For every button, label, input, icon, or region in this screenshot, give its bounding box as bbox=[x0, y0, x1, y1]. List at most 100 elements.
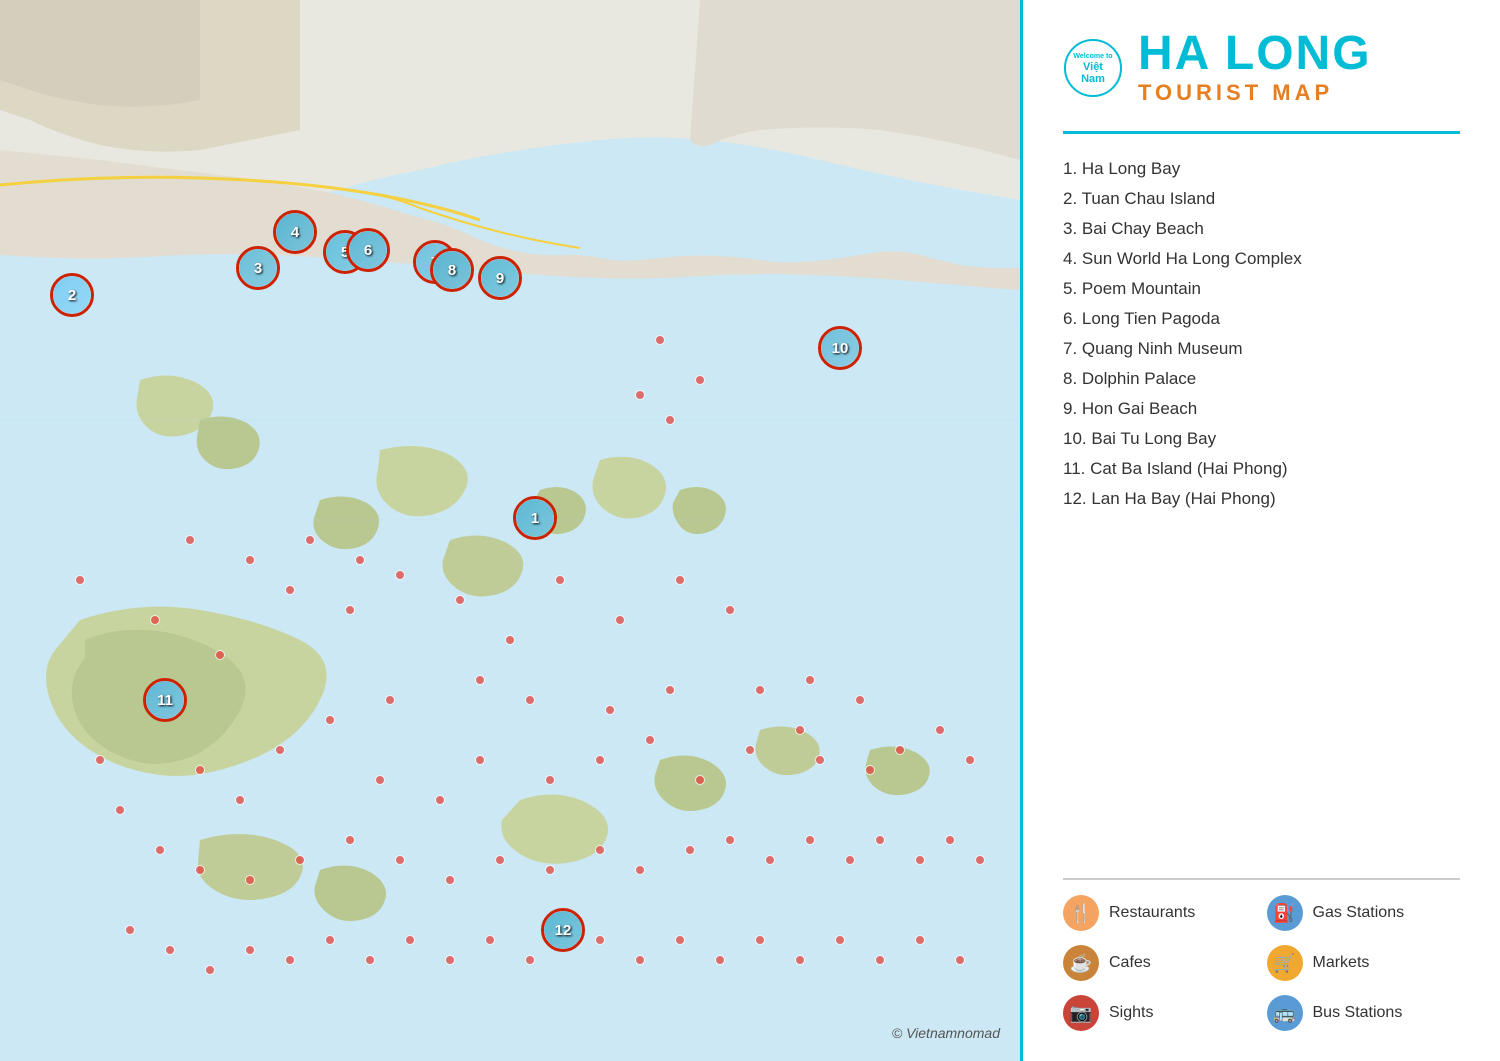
poi-dot bbox=[475, 675, 485, 685]
legend-item-sights: 📷 Sights bbox=[1063, 995, 1257, 1031]
poi-dot bbox=[725, 835, 735, 845]
poi-dot bbox=[525, 955, 535, 965]
poi-dot bbox=[325, 935, 335, 945]
poi-dot bbox=[595, 935, 605, 945]
poi-dot bbox=[125, 925, 135, 935]
poi-dot bbox=[165, 945, 175, 955]
poi-dot bbox=[875, 835, 885, 845]
legend-grid: 🍴 Restaurants ⛽ Gas Stations ☕ Cafes 🛒 M… bbox=[1063, 895, 1460, 1031]
attraction-item-2: 2. Tuan Chau Island bbox=[1063, 184, 1460, 214]
copyright-text: © Vietnamnomad bbox=[892, 1025, 1000, 1041]
poi-dot bbox=[975, 855, 985, 865]
poi-dot bbox=[685, 845, 695, 855]
attraction-item-10: 10. Bai Tu Long Bay bbox=[1063, 424, 1460, 454]
legend-item-markets: 🛒 Markets bbox=[1267, 945, 1461, 981]
legend-label-cafes: Cafes bbox=[1109, 954, 1151, 972]
legend-item-cafes: ☕ Cafes bbox=[1063, 945, 1257, 981]
poi-dot bbox=[725, 605, 735, 615]
map-marker-12[interactable]: 12 bbox=[541, 908, 585, 952]
map-marker-4[interactable]: 4 bbox=[273, 210, 317, 254]
poi-dot bbox=[235, 795, 245, 805]
logo-area: Welcome to Việt Nam HA LONG TOURIST MAP bbox=[1063, 30, 1460, 106]
poi-dot bbox=[365, 955, 375, 965]
attraction-item-12: 12. Lan Ha Bay (Hai Phong) bbox=[1063, 484, 1460, 514]
poi-dot bbox=[755, 935, 765, 945]
poi-dot bbox=[555, 575, 565, 585]
poi-dot bbox=[845, 855, 855, 865]
attraction-item-7: 7. Quang Ninh Museum bbox=[1063, 334, 1460, 364]
poi-dot bbox=[395, 570, 405, 580]
poi-dot bbox=[345, 835, 355, 845]
poi-dot bbox=[445, 955, 455, 965]
poi-dot bbox=[545, 775, 555, 785]
poi-dot bbox=[285, 955, 295, 965]
map-marker-9[interactable]: 9 bbox=[478, 256, 522, 300]
title-block: HA LONG TOURIST MAP bbox=[1138, 30, 1372, 106]
legend-icon-markets: 🛒 bbox=[1267, 945, 1303, 981]
poi-dot bbox=[655, 335, 665, 345]
legend-item-restaurants: 🍴 Restaurants bbox=[1063, 895, 1257, 931]
marker-label-3: 3 bbox=[239, 249, 277, 287]
legend-icon-sights: 📷 bbox=[1063, 995, 1099, 1031]
sidebar: Welcome to Việt Nam HA LONG TOURIST MAP … bbox=[1020, 0, 1500, 1061]
poi-dot bbox=[155, 845, 165, 855]
poi-dot bbox=[665, 685, 675, 695]
marker-label-6: 6 bbox=[349, 231, 387, 269]
map-area: 123456789101112 © Vietnamnomad bbox=[0, 0, 1020, 1061]
poi-dot bbox=[275, 745, 285, 755]
poi-dot bbox=[405, 935, 415, 945]
map-marker-3[interactable]: 3 bbox=[236, 246, 280, 290]
poi-dot bbox=[505, 635, 515, 645]
legend-label-gas-stations: Gas Stations bbox=[1313, 904, 1405, 922]
map-marker-10[interactable]: 10 bbox=[818, 326, 862, 370]
legend-item-bus-stations: 🚌 Bus Stations bbox=[1267, 995, 1461, 1031]
poi-dot bbox=[945, 835, 955, 845]
legend-icon-cafes: ☕ bbox=[1063, 945, 1099, 981]
poi-dot bbox=[495, 855, 505, 865]
attraction-item-8: 8. Dolphin Palace bbox=[1063, 364, 1460, 394]
legend-icon-restaurants: 🍴 bbox=[1063, 895, 1099, 931]
poi-dot bbox=[835, 935, 845, 945]
svg-text:Việt: Việt bbox=[1083, 61, 1103, 73]
poi-dot bbox=[375, 775, 385, 785]
attraction-item-3: 3. Bai Chay Beach bbox=[1063, 214, 1460, 244]
marker-label-9: 9 bbox=[481, 259, 519, 297]
poi-dot bbox=[675, 935, 685, 945]
attraction-item-5: 5. Poem Mountain bbox=[1063, 274, 1460, 304]
poi-dot bbox=[915, 935, 925, 945]
legend-icon-bus-stations: 🚌 bbox=[1267, 995, 1303, 1031]
poi-dot bbox=[75, 575, 85, 585]
marker-label-8: 8 bbox=[433, 251, 471, 289]
poi-dot bbox=[805, 675, 815, 685]
map-marker-2[interactable]: 2 bbox=[50, 273, 94, 317]
poi-dot bbox=[855, 695, 865, 705]
poi-dot bbox=[695, 775, 705, 785]
svg-text:Welcome to: Welcome to bbox=[1073, 53, 1112, 60]
poi-dot bbox=[755, 685, 765, 695]
poi-dot bbox=[525, 695, 535, 705]
map-marker-8[interactable]: 8 bbox=[430, 248, 474, 292]
poi-dot bbox=[545, 865, 555, 875]
poi-dot bbox=[635, 390, 645, 400]
poi-dot bbox=[935, 725, 945, 735]
poi-dot bbox=[795, 955, 805, 965]
page-title-sub: TOURIST MAP bbox=[1138, 80, 1372, 106]
poi-dot bbox=[745, 745, 755, 755]
attraction-item-1: 1. Ha Long Bay bbox=[1063, 154, 1460, 184]
poi-dot bbox=[355, 555, 365, 565]
poi-dot bbox=[795, 725, 805, 735]
map-marker-1[interactable]: 1 bbox=[513, 496, 557, 540]
poi-dot bbox=[345, 605, 355, 615]
title-divider bbox=[1063, 131, 1460, 134]
marker-label-12: 12 bbox=[544, 911, 582, 949]
poi-dot bbox=[95, 755, 105, 765]
legend-label-sights: Sights bbox=[1109, 1004, 1153, 1022]
poi-dot bbox=[955, 955, 965, 965]
poi-dot bbox=[195, 765, 205, 775]
map-marker-11[interactable]: 11 bbox=[143, 678, 187, 722]
map-marker-6[interactable]: 6 bbox=[346, 228, 390, 272]
marker-label-4: 4 bbox=[276, 213, 314, 251]
poi-dot bbox=[245, 945, 255, 955]
vietnam-logo: Welcome to Việt Nam bbox=[1063, 38, 1123, 98]
attraction-item-11: 11. Cat Ba Island (Hai Phong) bbox=[1063, 454, 1460, 484]
